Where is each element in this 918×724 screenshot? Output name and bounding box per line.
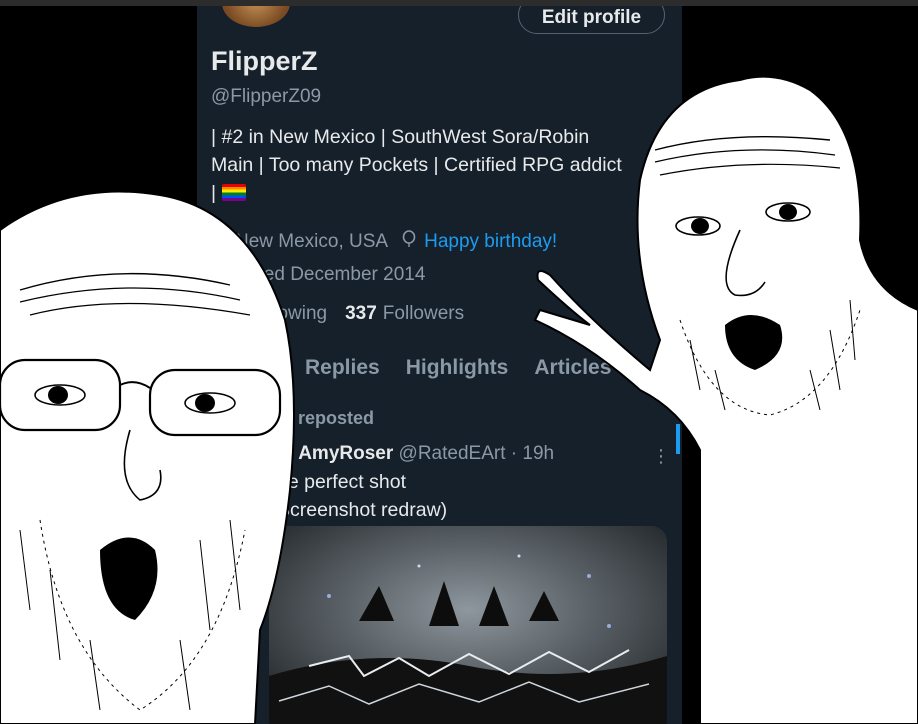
author-handle[interactable]: @RatedEArt [399,443,506,464]
left-wojak-illustration [0,190,295,724]
followers-count[interactable]: 337 [345,303,377,325]
edit-profile-button[interactable]: Edit profile [518,6,665,34]
tab-replies[interactable]: Replies [305,356,380,380]
tweet-line-2: Screenshot redraw) [277,499,448,521]
display-name: FlipperZ [211,46,318,76]
tweet-header: ✿ AmyRoser @RatedEArt · 19h [277,442,554,465]
right-wojak-illustration [533,75,918,724]
balloon-icon [402,230,416,254]
tab-highlights[interactable]: Highlights [406,356,509,380]
tweet-text: he perfect shot Screenshot redraw) [277,468,447,524]
author-name[interactable]: AmyRoser [298,443,393,464]
profile-avatar[interactable] [219,6,293,30]
followers-label[interactable]: Followers [383,303,464,325]
user-handle: @FlipperZ09 [211,86,322,107]
